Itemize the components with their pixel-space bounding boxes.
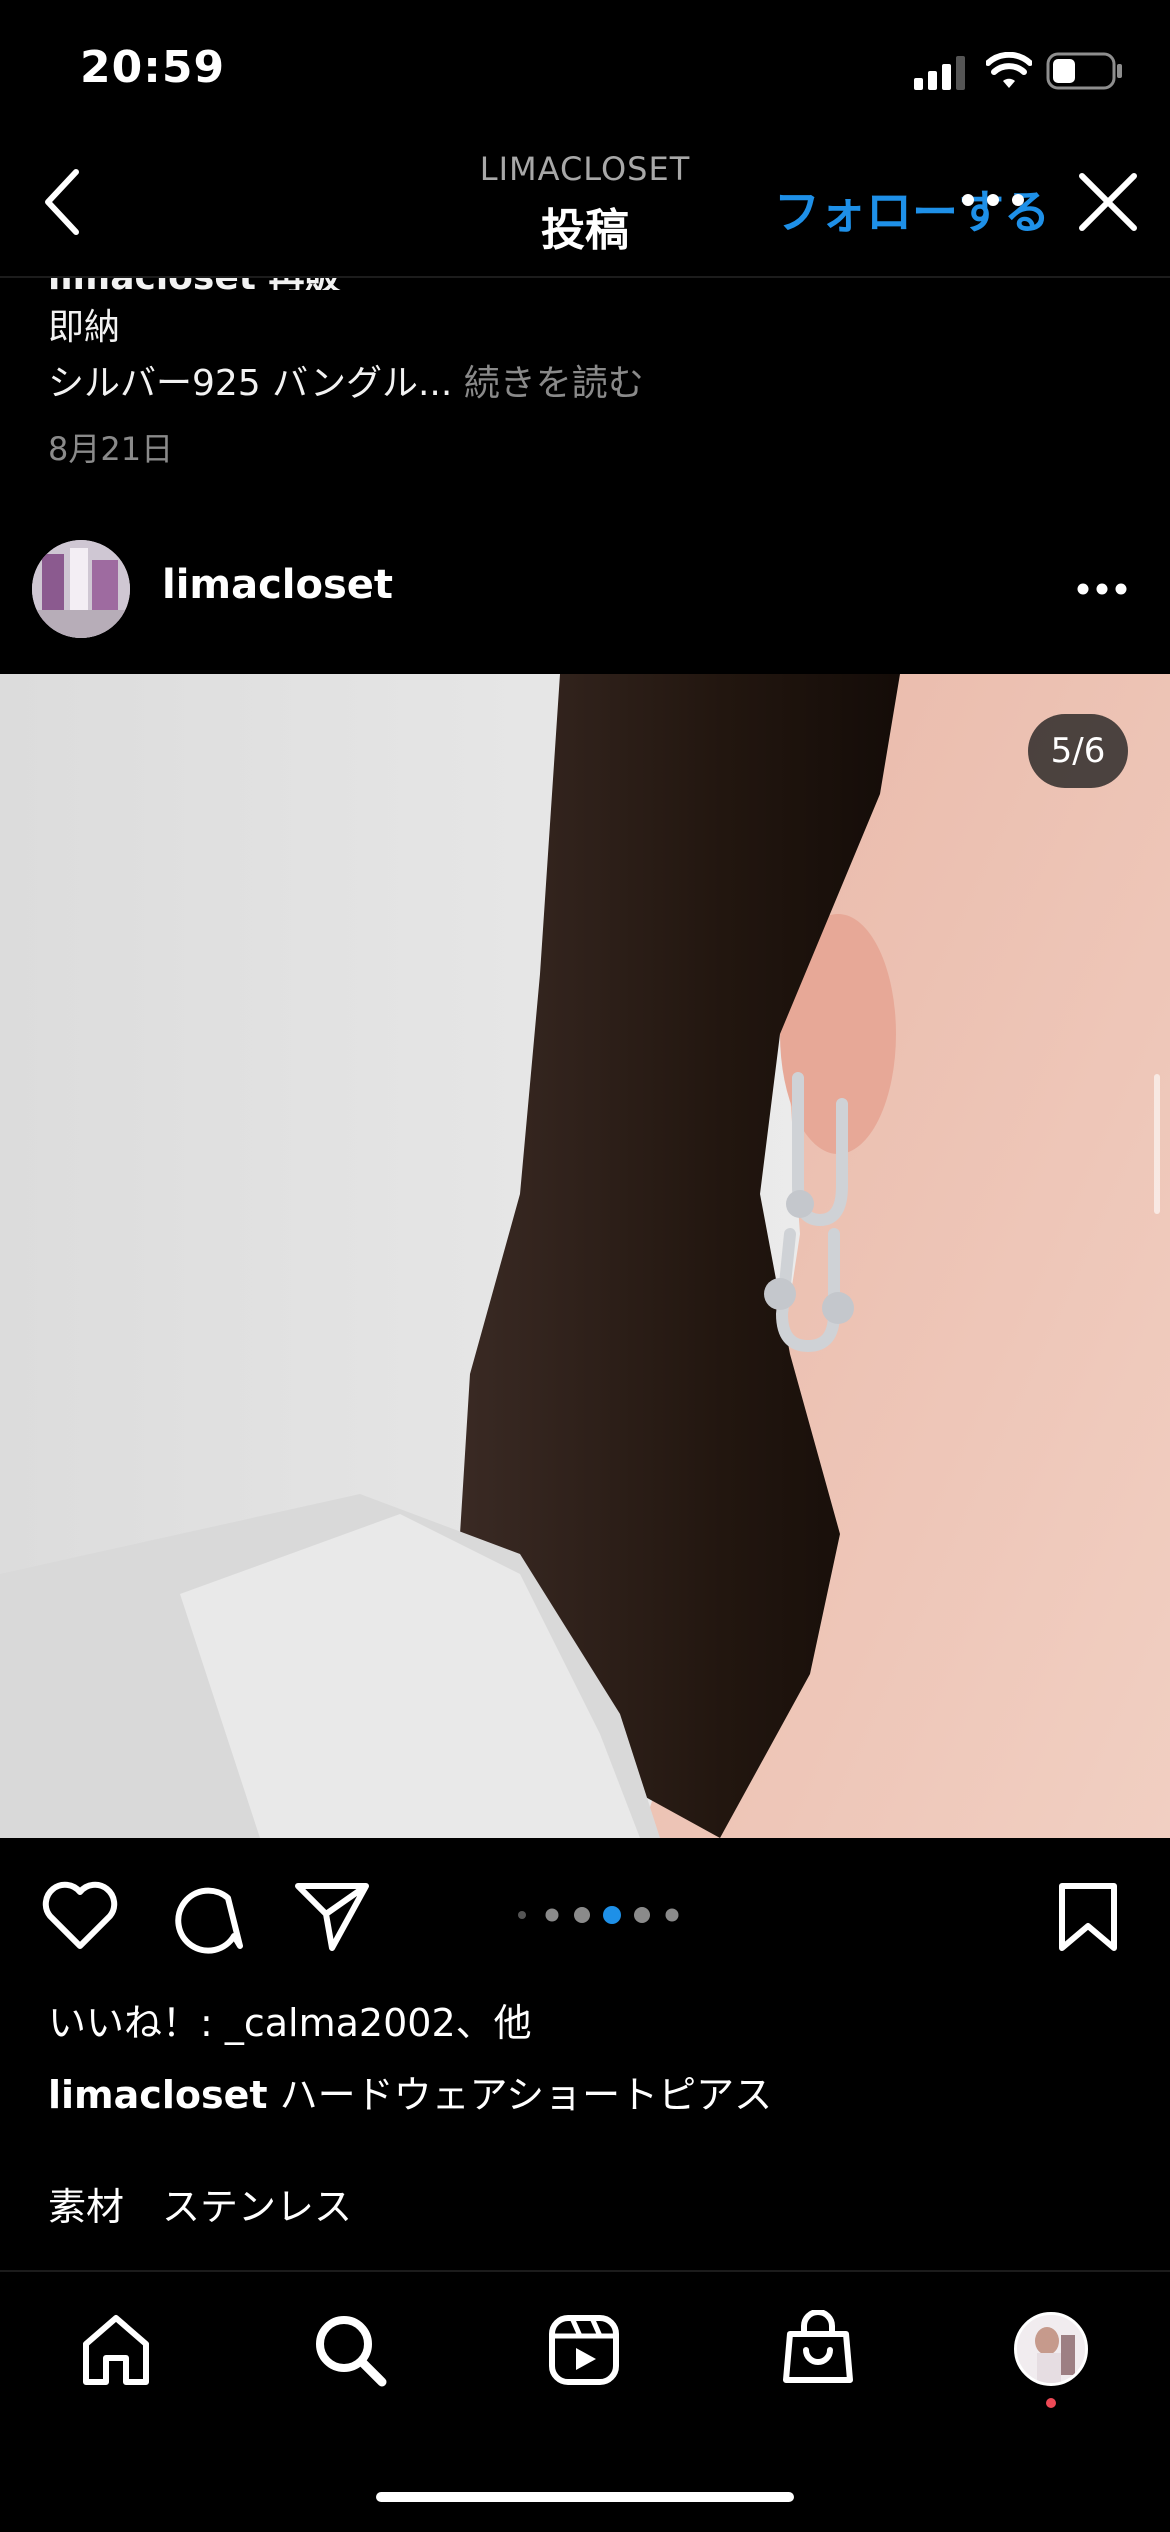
header-more-icon[interactable] [960,192,1030,208]
carousel-dot [574,1907,590,1923]
wifi-icon [986,52,1032,88]
heart-icon[interactable] [40,1880,120,1952]
carousel-counter: 5/6 [1028,714,1128,788]
carousel-dots [516,1906,686,1924]
post-date: 8月21日 [48,430,174,468]
notification-dot [1046,2398,1056,2408]
signal-icon [914,56,965,90]
follow-button[interactable]: フォローする [774,176,1050,242]
photo-illustration [0,674,1170,1838]
caption-material: 素材 ステンレス [48,2185,353,2229]
profile-tab-avatar[interactable] [1014,2312,1088,2386]
tab-bar-divider [0,2270,1170,2272]
carousel-dot [665,1908,679,1922]
caption-line-2: シルバー925 バングル... 続きを読む [48,354,644,406]
carousel-dot [545,1908,559,1922]
home-icon[interactable] [78,2312,154,2388]
profile-avatar-image [1017,2315,1085,2383]
caption-cut-line-clip: limacloset 再販 [0,278,1170,290]
avatar[interactable] [32,540,130,638]
caption-text: ハードウェアショートピアス [267,2073,773,2117]
carousel-dot [634,1907,650,1923]
post-more-icon[interactable] [1076,582,1128,596]
carousel-dot-active [603,1906,621,1924]
post-caption: limacloset ハードウェアショートピアス [48,2064,772,2119]
likes-text[interactable]: いいね！: _calma2002、他 [48,1992,532,2047]
comment-icon[interactable] [170,1880,244,1954]
carousel-dot [518,1911,526,1919]
caption-cut-line: limacloset 再販 [48,278,340,290]
battery-icon [1046,52,1122,90]
avatar-image [32,540,130,638]
status-time: 20:59 [80,42,226,93]
share-icon[interactable] [294,1880,370,1952]
reels-icon[interactable] [546,2312,622,2388]
caption-line-2-text: シルバー925 バングル... [48,363,453,404]
shop-icon[interactable] [780,2310,856,2388]
post-photo[interactable] [0,674,1170,1838]
bookmark-icon[interactable] [1056,1880,1120,1954]
home-indicator [376,2492,794,2502]
close-icon[interactable] [1076,170,1140,234]
search-icon[interactable] [312,2312,388,2388]
carousel-dots-svg [518,1906,679,1924]
caption-line-1: 即納 [48,307,121,348]
caption-username[interactable]: limacloset [48,2073,268,2117]
post-username[interactable]: limacloset [162,562,393,608]
read-more-link[interactable]: 続きを読む [464,363,644,404]
